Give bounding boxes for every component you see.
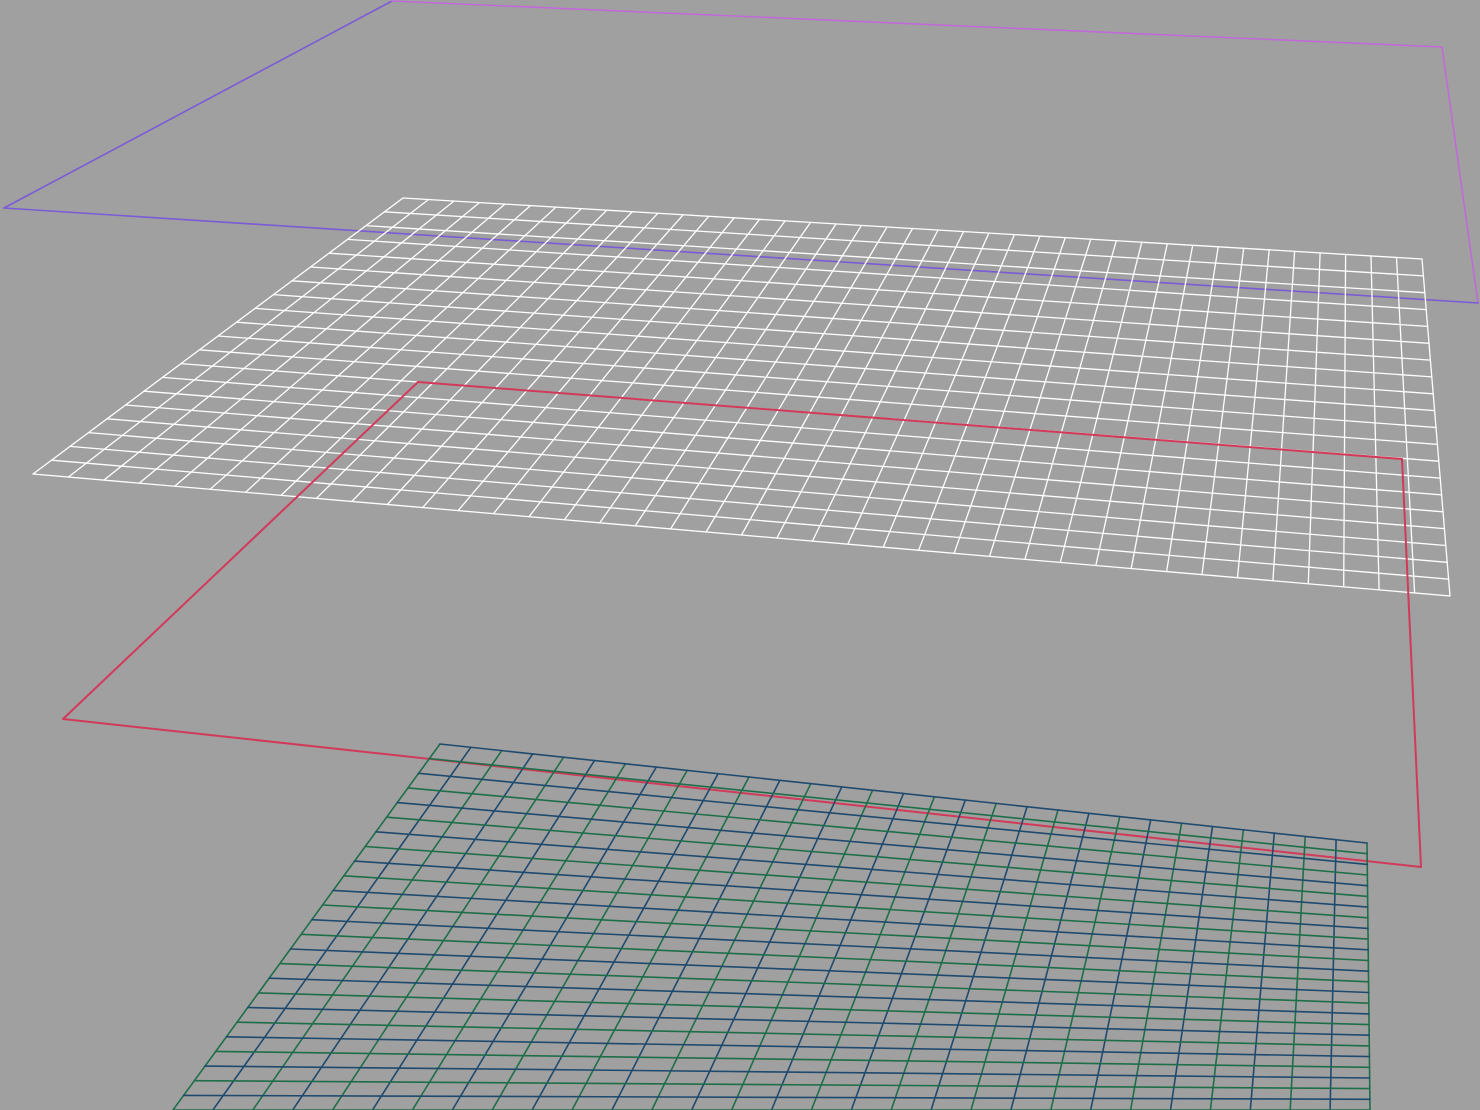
grid-line-horizontal: [332, 889, 1369, 951]
grid-line-horizontal: [417, 772, 1368, 866]
grid-line-horizontal: [272, 293, 1433, 378]
plane-edge: [391, 0, 1443, 48]
grid-line-vertical: [172, 743, 441, 1110]
scene-canvas[interactable]: [0, 0, 1480, 1110]
grid-line-vertical: [1249, 832, 1276, 1110]
grid-line-vertical: [1329, 838, 1337, 1110]
grid-line-vertical: [690, 786, 843, 1110]
grid-line-horizontal: [204, 1065, 1371, 1079]
grid-line-vertical: [531, 772, 719, 1110]
grid-line-horizontal: [193, 1079, 1371, 1090]
grid-line-vertical: [212, 746, 472, 1110]
grid-line-horizontal: [143, 390, 1443, 496]
grid-line-horizontal: [291, 280, 1432, 361]
grid-line-horizontal: [106, 418, 1446, 530]
grid-line-vertical: [730, 789, 874, 1110]
grid-line-horizontal: [309, 266, 1430, 344]
grid-line-horizontal: [161, 376, 1441, 479]
grid-line-horizontal: [439, 743, 1368, 844]
top-plane-outline[interactable]: [3, 0, 1479, 304]
grid-line-horizontal: [428, 757, 1368, 855]
grid-line-horizontal: [289, 948, 1370, 994]
green-grid-plane[interactable]: [172, 743, 1371, 1110]
grid-line-horizontal: [124, 404, 1444, 513]
grid-line-horizontal: [364, 845, 1369, 919]
grid-line-horizontal: [402, 197, 1423, 260]
grid-line-horizontal: [365, 224, 1426, 294]
grid-line-horizontal: [407, 787, 1369, 876]
grid-line-vertical: [252, 749, 503, 1110]
grid-line-vertical: [571, 776, 750, 1110]
grid-line-horizontal: [310, 918, 1370, 973]
grid-line-vertical: [1366, 842, 1371, 1110]
grid-line-vertical: [650, 782, 812, 1110]
plane-edge: [1441, 46, 1479, 304]
grid-line-horizontal: [69, 445, 1448, 563]
grid-line-horizontal: [50, 459, 1450, 580]
grid-line-vertical: [411, 762, 627, 1110]
plane-edge: [3, 207, 1479, 304]
grid-line-horizontal: [236, 1021, 1371, 1047]
grid-line-horizontal: [353, 860, 1369, 930]
grid-line-vertical: [451, 766, 658, 1110]
grid-line-vertical: [611, 779, 781, 1110]
plane-edge: [62, 718, 1422, 868]
grid-line-vertical: [331, 756, 565, 1110]
grid-line-horizontal: [247, 1006, 1370, 1036]
grid-line-horizontal: [87, 431, 1447, 547]
grid-line-vertical: [1050, 815, 1121, 1110]
grid-line-vertical: [1289, 835, 1306, 1110]
plane-edge: [417, 381, 1403, 460]
grid-line-horizontal: [32, 473, 1451, 597]
3d-viewport[interactable]: [0, 0, 1480, 1110]
grid-line-horizontal: [321, 904, 1370, 962]
white-grid-plane[interactable]: [32, 197, 1451, 597]
grid-line-vertical: [291, 753, 534, 1110]
plane-edge: [3, 0, 393, 209]
grid-line-vertical: [1209, 828, 1245, 1110]
plane-edge: [62, 381, 419, 720]
plane-edge: [1401, 458, 1422, 868]
